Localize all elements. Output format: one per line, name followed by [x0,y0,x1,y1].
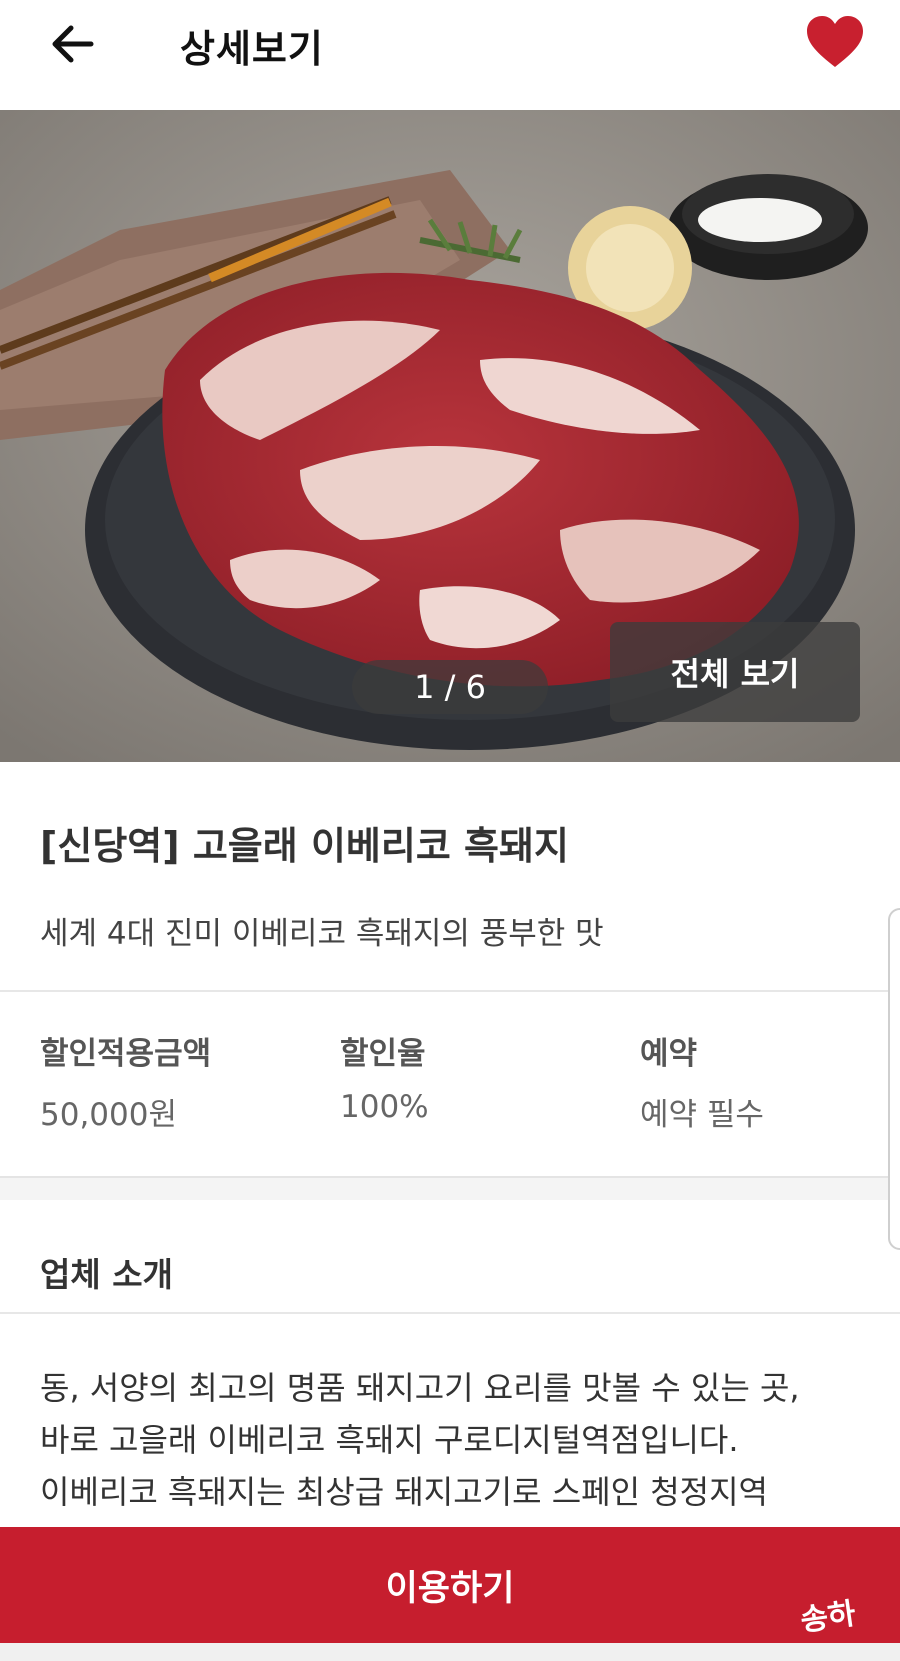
divider [0,1312,900,1314]
discount-amount-value: 50,000원 [40,1097,177,1133]
bottom-strip [0,1643,900,1661]
divider [0,990,900,992]
discount-amount-label: 할인적용금액 [40,1036,212,1072]
scroll-handle[interactable] [888,908,900,1250]
use-button[interactable]: 이용하기 [0,1527,900,1643]
image-page-indicator: 1 / 6 [352,660,548,714]
back-button[interactable] [44,20,100,68]
view-all-images-button[interactable]: 전체 보기 [610,622,860,722]
page-title: 상세보기 [180,27,324,71]
discount-rate-value: 100% [340,1089,429,1125]
watermark-text: 송하 [798,1596,858,1639]
top-app-bar: 상세보기 [0,0,900,110]
intro-line: 바로 고을래 이베리코 흑돼지 구로디지털역점입니다. [40,1421,739,1459]
reservation-info: 예약 예약 필수 [640,1028,764,1134]
favorite-button[interactable] [800,10,870,74]
arrow-left-icon [52,25,94,63]
reservation-value: 예약 필수 [640,1097,764,1133]
heart-icon [807,16,863,67]
reservation-label: 예약 [640,1036,698,1072]
discount-amount-info: 할인적용금액 50,000원 [40,1028,211,1134]
intro-line: 동, 서양의 최고의 명품 돼지고기 요리를 맛볼 수 있는 곳, [40,1369,800,1407]
product-subtitle: 세계 4대 진미 이베리코 흑돼지의 풍부한 맛 [40,916,604,952]
discount-rate-label: 할인율 [340,1036,426,1072]
company-intro-title: 업체 소개 [40,1255,173,1294]
section-separator [0,1176,900,1200]
company-intro-text: 동, 서양의 최고의 명품 돼지고기 요리를 맛볼 수 있는 곳, 바로 고을래… [40,1362,880,1518]
discount-rate-info: 할인율 100% [340,1028,429,1125]
product-title: [신당역] 고을래 이베리코 흑돼지 [40,824,569,868]
intro-line: 이베리코 흑돼지는 최상급 돼지고기로 스페인 청정지역 [40,1473,768,1511]
